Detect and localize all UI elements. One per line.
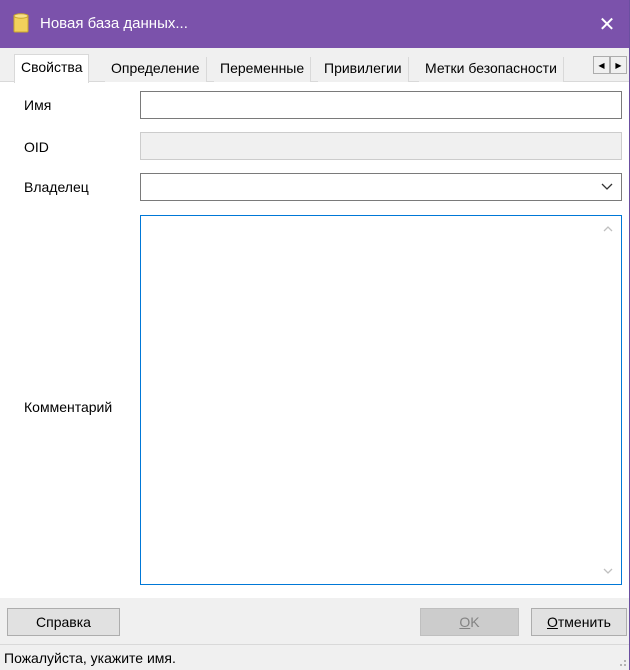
tab-privileges[interactable]: Привилегии: [318, 57, 409, 82]
cancel-accelerator: О: [547, 614, 558, 630]
oid-label: OID: [24, 139, 49, 155]
status-bar: Пожалуйста, укажите имя.: [0, 644, 629, 670]
ok-accelerator: O: [459, 614, 471, 630]
tab-bar: Свойства Определение Переменные Привилег…: [0, 48, 629, 83]
status-message: Пожалуйста, укажите имя.: [4, 650, 176, 666]
owner-label: Владелец: [24, 179, 89, 195]
cancel-button[interactable]: Отменить: [531, 608, 627, 636]
comment-textarea[interactable]: [140, 215, 622, 585]
help-button[interactable]: Справка: [7, 608, 120, 636]
tab-properties[interactable]: Свойства: [14, 54, 90, 83]
database-icon: [13, 13, 29, 33]
properties-panel: Имя OID Владелец Комментарий: [0, 82, 629, 598]
oid-input: [141, 133, 621, 159]
name-field[interactable]: [140, 91, 622, 119]
name-input[interactable]: [141, 92, 621, 118]
ok-button[interactable]: OK: [420, 608, 519, 636]
owner-value[interactable]: [141, 174, 621, 200]
tab-variables[interactable]: Переменные: [214, 57, 312, 82]
new-database-dialog: Новая база данных... ✕ Свойства Определе…: [0, 0, 630, 670]
chevron-down-icon[interactable]: [599, 178, 615, 194]
title-bar[interactable]: Новая база данных... ✕: [0, 0, 629, 48]
comment-label: Комментарий: [24, 399, 113, 415]
tab-scroll-left-icon[interactable]: ◀: [593, 56, 610, 74]
ok-label: K: [470, 614, 480, 630]
tab-scroll-right-icon[interactable]: ▶: [610, 56, 627, 74]
name-label: Имя: [24, 97, 52, 113]
close-icon: ✕: [598, 13, 616, 36]
tab-security-labels[interactable]: Метки безопасности: [419, 57, 564, 82]
scroll-down-icon[interactable]: [601, 564, 615, 578]
close-button[interactable]: ✕: [584, 0, 629, 48]
owner-select[interactable]: [140, 173, 622, 201]
scroll-up-icon[interactable]: [601, 222, 615, 236]
tab-definition[interactable]: Определение: [105, 57, 207, 82]
cancel-label: тменить: [557, 614, 611, 630]
resize-grip-icon[interactable]: [617, 657, 627, 667]
dialog-title: Новая база данных...: [40, 15, 188, 32]
oid-field: [140, 132, 622, 160]
